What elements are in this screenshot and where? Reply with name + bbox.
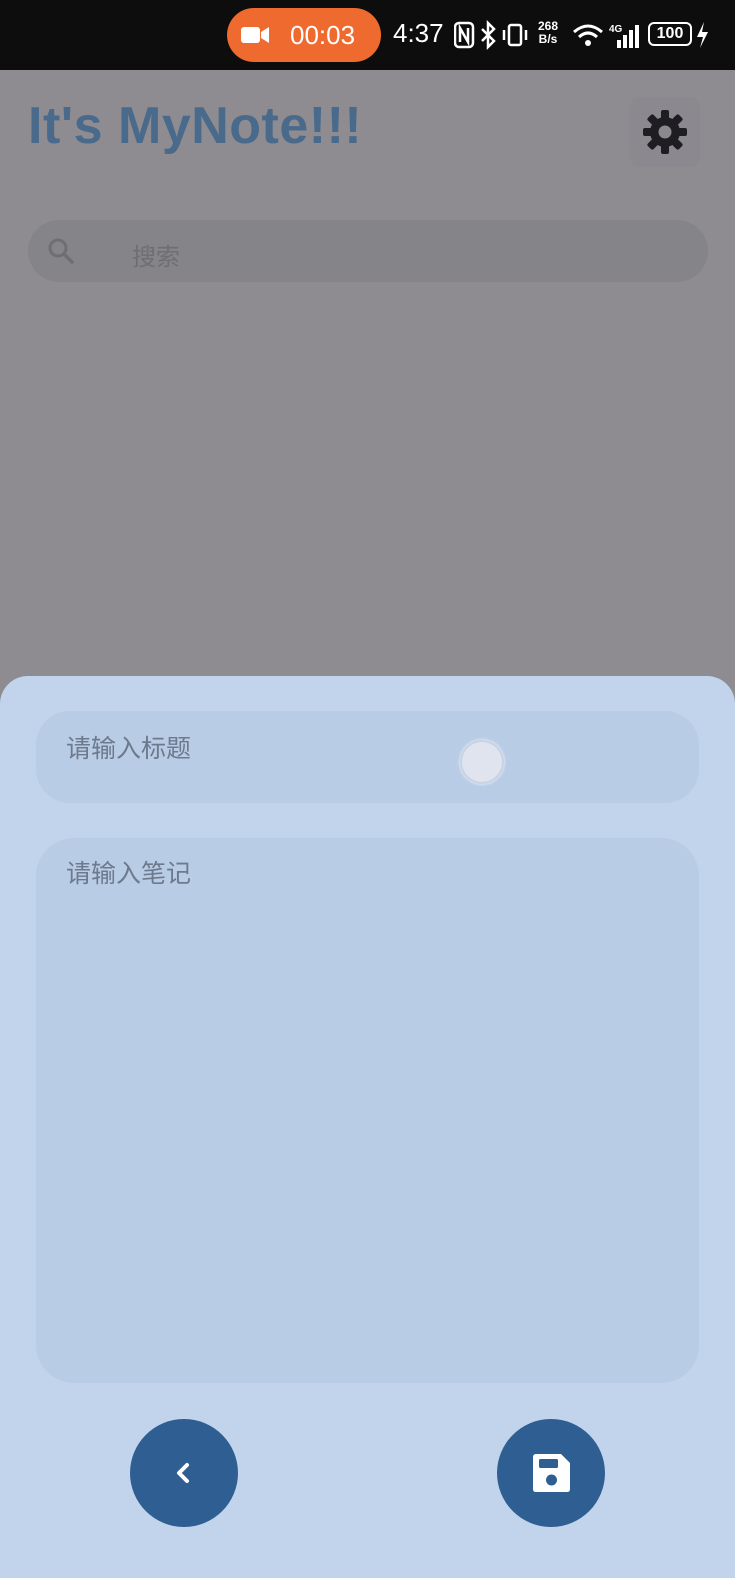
video-camera-icon [241, 27, 269, 43]
nfc-icon [454, 21, 475, 49]
touch-indicator [460, 740, 504, 784]
network-speed: 268 B/s [538, 19, 559, 46]
note-placeholder: 请输入笔记 [66, 859, 192, 888]
screen-recording-pill[interactable]: 00:03 [227, 8, 381, 62]
status-clock: 4:37 [393, 18, 444, 48]
back-button[interactable] [130, 1419, 238, 1527]
search-placeholder: 搜索 [132, 243, 180, 271]
signal-icon: 4G [609, 24, 639, 48]
status-bar: 00:03 4:37 4G 268 B/s 100 [0, 0, 735, 70]
app-title: It's MyNote!!! [28, 97, 363, 155]
floppy-disk-icon [533, 1454, 570, 1492]
wifi-icon [573, 24, 603, 46]
vibrate-icon [502, 23, 528, 47]
bluetooth-icon [481, 19, 496, 51]
gear-icon [643, 110, 687, 154]
chevron-left-icon [177, 1463, 189, 1483]
charging-icon [697, 22, 708, 48]
settings-button[interactable] [630, 97, 700, 167]
note-body-input[interactable]: 请输入笔记 [36, 838, 699, 1383]
title-input[interactable]: 请输入标题 [36, 711, 699, 803]
save-button[interactable] [497, 1419, 605, 1527]
battery-indicator: 100 [648, 22, 692, 46]
svg-text:4G: 4G [609, 24, 623, 35]
recording-timer: 00:03 [290, 20, 356, 50]
search-bar[interactable]: 搜索 [28, 220, 708, 282]
title-placeholder: 请输入标题 [66, 734, 192, 763]
search-icon [48, 238, 74, 264]
